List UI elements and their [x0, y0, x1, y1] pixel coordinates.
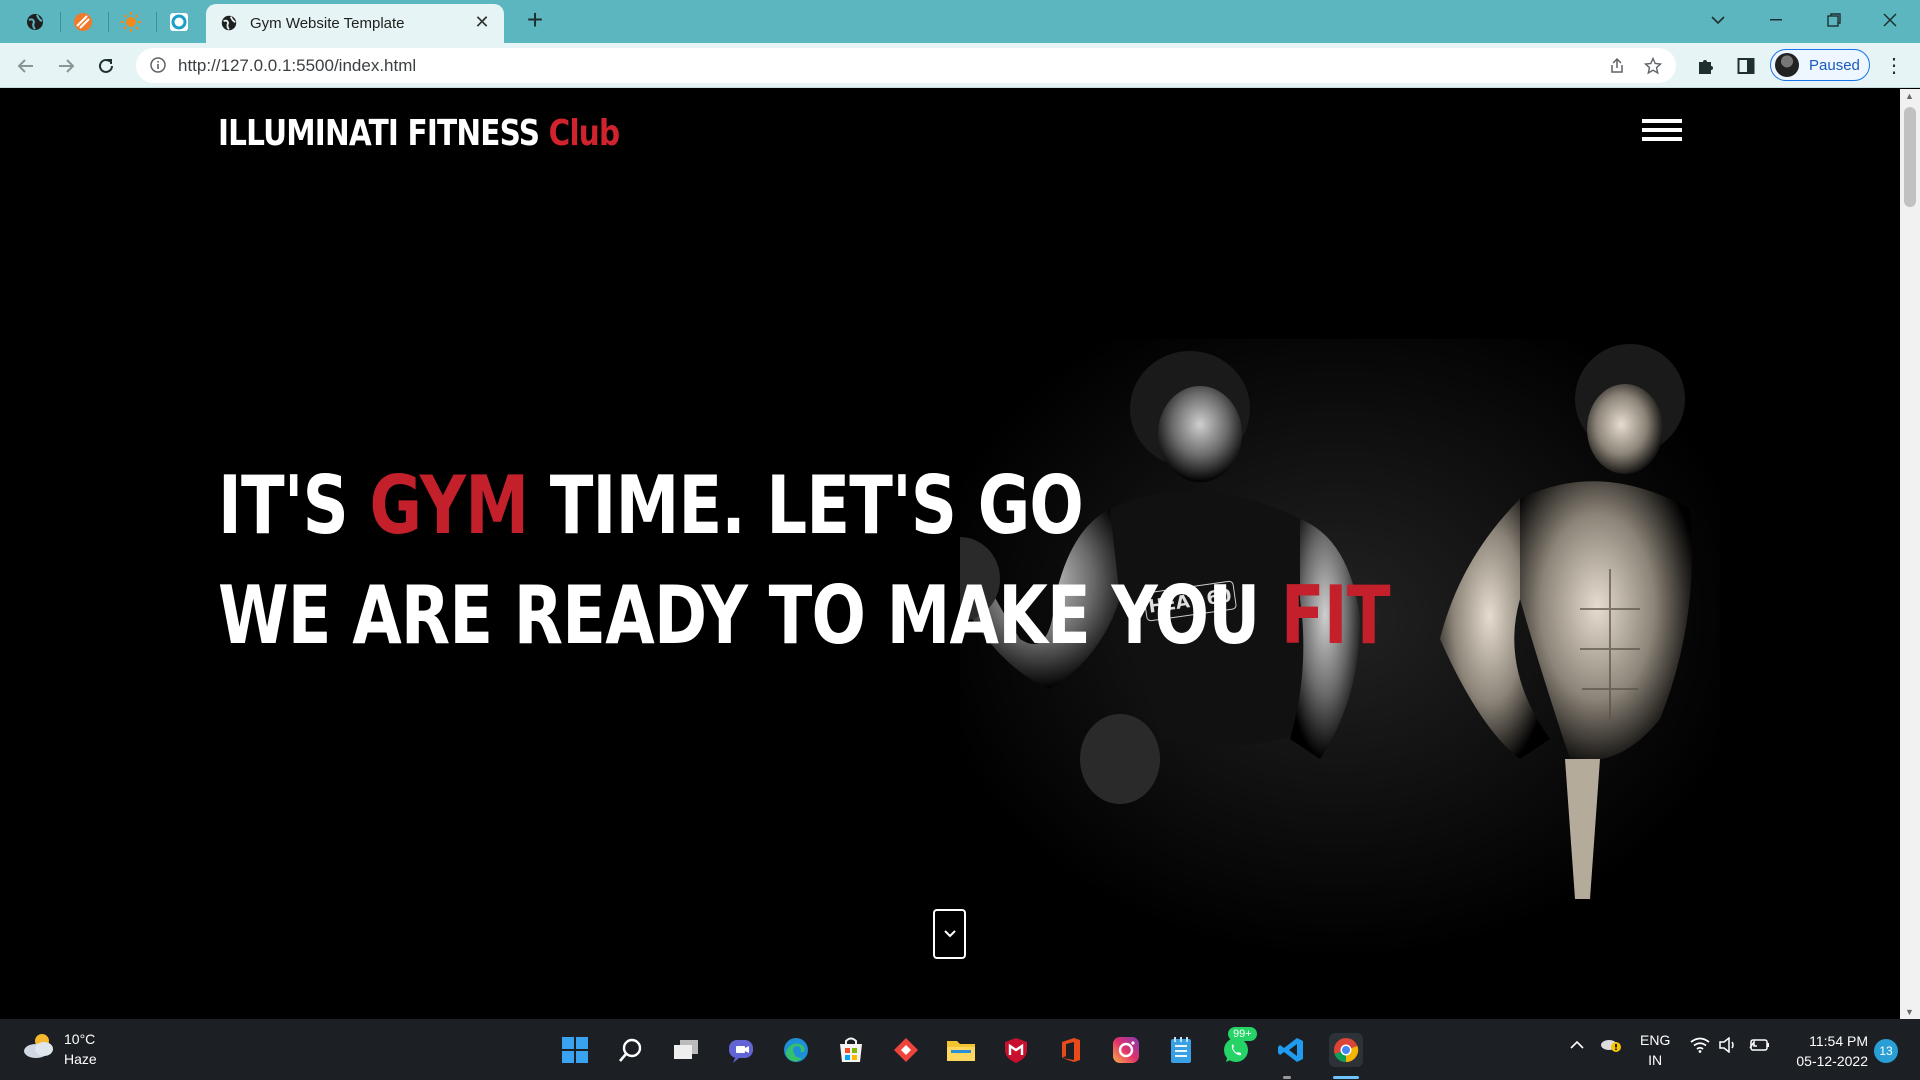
- search-icon[interactable]: [614, 1033, 648, 1067]
- volume-icon[interactable]: [1718, 1036, 1738, 1056]
- pinned-tab-globe[interactable]: [12, 6, 58, 38]
- forward-button[interactable]: [50, 50, 82, 82]
- show-hidden-icons-chevron-icon[interactable]: [1570, 1037, 1584, 1053]
- extensions-puzzle-icon[interactable]: [1693, 53, 1719, 79]
- pinned-tab-teal[interactable]: [156, 6, 202, 38]
- avatar: [1775, 53, 1799, 77]
- edge-browser-icon[interactable]: [779, 1033, 813, 1067]
- chevron-down-icon: [943, 930, 956, 938]
- task-view-icon[interactable]: [669, 1033, 703, 1067]
- instagram-icon[interactable]: [1109, 1033, 1143, 1067]
- side-panel-icon[interactable]: [1733, 53, 1759, 79]
- back-arrow-icon: [17, 59, 33, 73]
- page-scrollbar[interactable]: ▲ ▼: [1900, 89, 1920, 1019]
- hero-line1-accent: GYM: [369, 459, 529, 552]
- pinned-tab-orange[interactable]: [60, 6, 106, 38]
- hamburger-menu-icon[interactable]: [1642, 119, 1682, 141]
- running-app-indicator: [1283, 1076, 1291, 1079]
- orange-app-icon: [74, 13, 92, 31]
- chrome-icon[interactable]: [1329, 1033, 1363, 1067]
- hero-line1-part-a: IT'S: [218, 459, 349, 552]
- site-info-icon[interactable]: [150, 57, 166, 73]
- hero-heading-line-2: WE ARE READY TO MAKE YOU FIT: [218, 569, 1390, 662]
- new-tab-button[interactable]: +: [520, 6, 550, 36]
- sun-icon: [121, 12, 141, 32]
- bookmark-star-icon[interactable]: [1642, 55, 1664, 77]
- scroll-down-button[interactable]: [933, 909, 966, 959]
- windows-taskbar: 10°C Haze 99+ ENG IN 11:54 PM 05-12-2022…: [0, 1019, 1920, 1080]
- hero-line1-part-b: TIME. LET'S GO: [549, 459, 1084, 552]
- start-windows-icon[interactable]: [558, 1033, 592, 1067]
- notepad-icon[interactable]: [1164, 1033, 1198, 1067]
- close-tab-icon[interactable]: ✕: [470, 10, 494, 34]
- tab-title: Gym Website Template: [250, 15, 405, 32]
- site-logo[interactable]: ILLUMINATI FITNESS Club: [218, 113, 620, 154]
- globe-icon: [221, 15, 237, 31]
- pinned-tab-sun[interactable]: [108, 6, 154, 38]
- tab-search-chevron-icon[interactable]: [1690, 0, 1746, 40]
- profile-status: Paused: [1809, 57, 1860, 74]
- reload-icon: [99, 58, 113, 73]
- clock-time: 11:54 PM: [1809, 1033, 1868, 1049]
- scroll-up-arrow-icon[interactable]: ▲: [1905, 91, 1914, 101]
- weather-widget[interactable]: 10°C Haze: [22, 1031, 97, 1067]
- minimize-button[interactable]: [1748, 0, 1804, 40]
- hero-line2-accent: FIT: [1280, 569, 1391, 662]
- region-code: IN: [1648, 1052, 1663, 1068]
- notification-count-badge[interactable]: 13: [1874, 1039, 1898, 1063]
- browser-toolbar: http://127.0.0.1:5500/index.html Paused …: [0, 43, 1920, 88]
- anydesk-icon[interactable]: [889, 1033, 923, 1067]
- microsoft-store-icon[interactable]: [834, 1033, 868, 1067]
- address-bar[interactable]: http://127.0.0.1:5500/index.html: [136, 48, 1676, 83]
- office-icon[interactable]: [1054, 1033, 1088, 1067]
- weather-temperature: 10°C: [64, 1031, 96, 1047]
- teams-chat-icon[interactable]: [724, 1033, 758, 1067]
- hero-heading-line-1: IT'S GYM TIME. LET'S GO: [218, 459, 1084, 552]
- url-text[interactable]: http://127.0.0.1:5500/index.html: [178, 56, 416, 76]
- profile-button[interactable]: Paused: [1770, 49, 1870, 81]
- battery-icon[interactable]: [1748, 1037, 1770, 1056]
- teal-app-icon: [170, 13, 188, 31]
- vscode-icon[interactable]: [1274, 1033, 1308, 1067]
- brand-accent: Club: [548, 113, 620, 154]
- cloud-sun-icon: [24, 1034, 53, 1058]
- reload-button[interactable]: [90, 50, 122, 82]
- active-tab[interactable]: Gym Website Template ✕: [206, 4, 504, 43]
- hero-line2-part-a: WE ARE READY TO MAKE YOU: [218, 569, 1260, 662]
- mcafee-icon[interactable]: [999, 1033, 1033, 1067]
- onedrive-warning-icon[interactable]: [1600, 1035, 1622, 1056]
- weather-condition: Haze: [64, 1051, 97, 1067]
- web-page: ILLUMINATI FITNESS Club HEAT 60 IT'S GYM…: [0, 89, 1900, 1019]
- brand-main: ILLUMINATI FITNESS: [218, 113, 540, 154]
- menu-kebab-icon[interactable]: ⋮: [1884, 53, 1904, 78]
- forward-arrow-icon: [59, 59, 75, 73]
- tab-strip: Gym Website Template ✕ +: [0, 0, 1920, 43]
- active-app-indicator: [1333, 1076, 1359, 1079]
- clock-date: 05-12-2022: [1796, 1053, 1868, 1069]
- globe-icon: [27, 14, 43, 30]
- scrollbar-thumb[interactable]: [1904, 107, 1916, 207]
- language-indicator[interactable]: ENG IN: [1640, 1030, 1670, 1070]
- language-code: ENG: [1640, 1032, 1671, 1048]
- system-clock[interactable]: 11:54 PM 05-12-2022: [1786, 1031, 1868, 1071]
- whatsapp-unread-badge: 99+: [1228, 1027, 1257, 1041]
- restore-button[interactable]: [1806, 0, 1862, 40]
- file-explorer-icon[interactable]: [944, 1033, 978, 1067]
- wifi-icon[interactable]: [1690, 1037, 1710, 1056]
- back-button[interactable]: [10, 50, 42, 82]
- share-icon[interactable]: [1606, 55, 1628, 77]
- scroll-down-arrow-icon[interactable]: ▼: [1905, 1007, 1914, 1017]
- close-window-button[interactable]: [1862, 0, 1918, 40]
